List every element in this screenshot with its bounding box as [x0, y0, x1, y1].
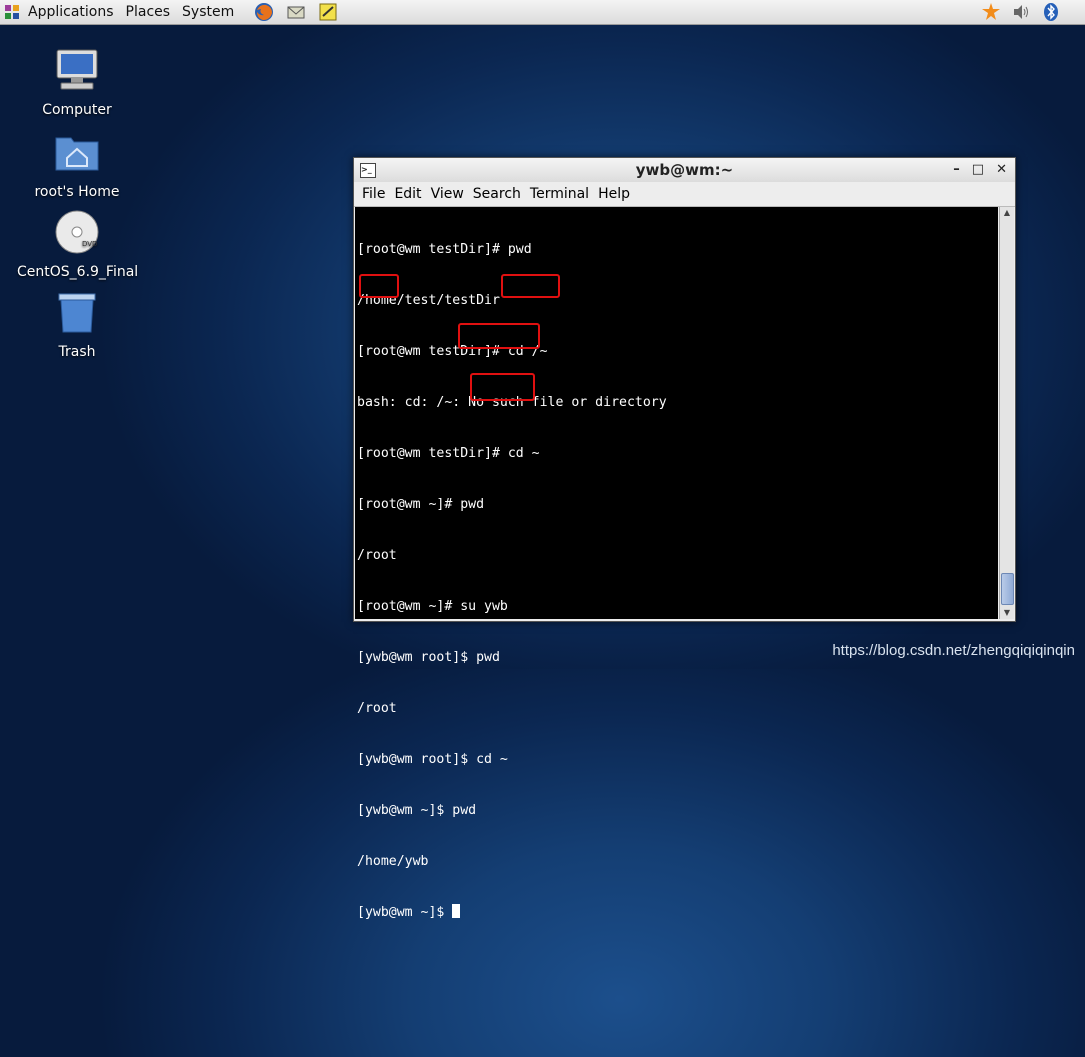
terminal-prompt-line: [ywb@wm ~]$	[357, 904, 998, 921]
terminal-line: /home/test/testDir	[357, 293, 500, 308]
terminal-line: bash: cd: /~: No such file or directory	[357, 395, 667, 410]
window-title: ywb@wm:~	[635, 161, 734, 179]
desktop-icon-trash[interactable]: Trash	[17, 288, 137, 360]
system-tray	[981, 2, 1061, 22]
volume-icon[interactable]	[1011, 2, 1031, 22]
terminal-output[interactable]: [root@wm testDir]# pwd /home/test/testDi…	[355, 207, 998, 920]
minimize-button[interactable]: –	[953, 158, 960, 182]
terminal-menubar: File Edit View Search Terminal Help	[354, 182, 1015, 207]
menu-places[interactable]: Places	[120, 4, 177, 20]
desktop-icon-label: Trash	[58, 344, 96, 360]
desktop-icon-computer[interactable]: Computer	[17, 46, 137, 118]
scroll-down-icon[interactable]: ▼	[1000, 607, 1014, 619]
computer-icon	[56, 49, 98, 90]
firefox-icon[interactable]	[254, 2, 274, 22]
menu-edit[interactable]: Edit	[390, 186, 425, 202]
bluetooth-icon[interactable]	[1041, 2, 1061, 22]
highlight-su-ywb	[458, 323, 540, 349]
highlight-cd-tilde-2	[470, 373, 535, 401]
desktop-icon-label: root's Home	[34, 184, 120, 200]
top-panel: Applications Places System	[0, 0, 1085, 25]
menu-view[interactable]: View	[427, 186, 468, 202]
terminal-cursor	[452, 904, 461, 918]
desktop-icon-home[interactable]: root's Home	[17, 128, 137, 200]
terminal-line: [root@wm testDir]# cd /~	[357, 344, 548, 359]
mail-icon[interactable]	[286, 2, 306, 22]
panel-menus: Applications Places System	[0, 0, 248, 24]
desktop-icon-dvd[interactable]: DVD CentOS_6.9_Final	[17, 208, 139, 280]
watermark: https://blog.csdn.net/zhengqiqiqinqin	[832, 642, 1075, 659]
menu-system[interactable]: System	[176, 4, 240, 20]
home-folder-icon	[55, 137, 99, 171]
svg-text:DVD: DVD	[82, 240, 97, 248]
terminal-line: [root@wm ~]# su ywb	[357, 599, 508, 614]
trash-icon	[58, 293, 96, 333]
terminal-line: [ywb@wm ~]$ pwd	[357, 803, 477, 818]
terminal-icon: >_	[360, 163, 376, 178]
update-icon[interactable]	[981, 2, 1001, 22]
terminal-scrollbar[interactable]: ▲ ▼	[999, 207, 1014, 619]
window-controls: – □ ✕	[953, 158, 1007, 182]
terminal-line: [root@wm testDir]# cd ~	[357, 446, 540, 461]
terminal-line: /root	[357, 548, 397, 563]
terminal-line: [root@wm ~]# pwd	[357, 497, 485, 512]
terminal-line: [root@wm testDir]# pwd	[357, 242, 532, 257]
menu-applications[interactable]: Applications	[22, 4, 120, 20]
terminal-line: /home/ywb	[357, 854, 429, 869]
notes-icon[interactable]	[318, 2, 338, 22]
scroll-up-icon[interactable]: ▲	[1000, 207, 1014, 219]
highlight-root	[359, 274, 399, 298]
terminal-prompt: [ywb@wm ~]$	[357, 905, 453, 920]
menu-file[interactable]: File	[358, 186, 389, 202]
window-titlebar[interactable]: >_ ywb@wm:~ – □ ✕	[354, 158, 1015, 182]
centos-logo-icon	[5, 5, 19, 19]
terminal-line: [ywb@wm root]$ cd ~	[357, 752, 508, 767]
terminal-window: >_ ywb@wm:~ – □ ✕ File Edit View Search …	[353, 157, 1016, 920]
scrollbar-thumb[interactable]	[1001, 573, 1014, 605]
menu-terminal[interactable]: Terminal	[526, 186, 593, 202]
menu-help[interactable]: Help	[594, 186, 634, 202]
terminal-line: /root	[357, 701, 397, 716]
desktop-icon-label: CentOS_6.9_Final	[17, 264, 139, 280]
close-button[interactable]: ✕	[996, 158, 1007, 182]
desktop-icon-label: Computer	[42, 102, 112, 118]
dvd-icon: DVD	[55, 210, 99, 254]
highlight-cd-tilde-1	[501, 274, 560, 298]
menu-search[interactable]: Search	[469, 186, 525, 202]
maximize-button[interactable]: □	[972, 158, 984, 182]
